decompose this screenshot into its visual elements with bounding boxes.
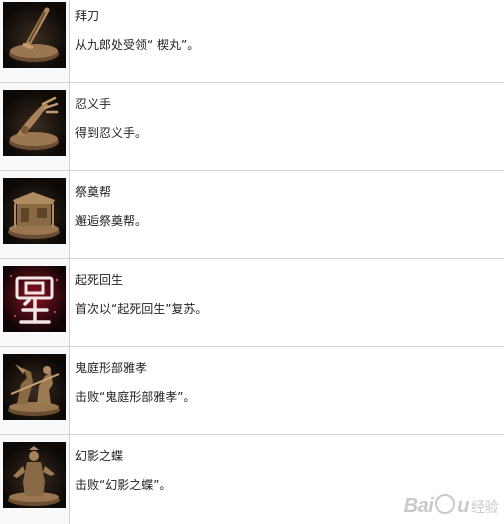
list-item: 拜刀 从九郎处受领“ 楔丸”。 xyxy=(0,0,504,83)
thumbnail-cell xyxy=(0,259,70,346)
shinobi-prosthetic-icon xyxy=(3,90,66,156)
thumbnail-cell xyxy=(0,347,70,434)
memorial-mob-stall-icon xyxy=(3,178,66,244)
achievement-description: 击败“幻影之蝶”。 xyxy=(75,478,172,492)
achievement-title: 起死回生 xyxy=(75,273,124,287)
achievement-description: 首次以“起死回生”复苏。 xyxy=(75,302,208,316)
achievement-title: 鬼庭形部雅孝 xyxy=(75,361,148,375)
list-item: 起死回生 首次以“起死回生”复苏。 xyxy=(0,259,504,347)
achievement-title: 拜刀 xyxy=(75,9,100,23)
achievement-description: 得到忍义手。 xyxy=(75,126,148,140)
achievement-title: 忍义手 xyxy=(75,97,112,111)
achievement-description: 从九郎处受领“ 楔丸”。 xyxy=(75,38,200,52)
gyoubu-oniwa-statue-icon xyxy=(3,354,66,420)
resurrection-kanji-icon xyxy=(3,266,66,332)
thumbnail-cell xyxy=(0,83,70,170)
thumbnail-cell xyxy=(0,0,70,82)
achievement-description: 邂逅祭奠帮。 xyxy=(75,214,148,228)
thumbnail-cell xyxy=(0,171,70,258)
list-item: 祭奠帮 邂逅祭奠帮。 xyxy=(0,171,504,259)
kusabimaru-sword-icon xyxy=(3,2,66,68)
achievement-title: 幻影之蝶 xyxy=(75,449,124,463)
achievement-list: 拜刀 从九郎处受领“ 楔丸”。 忍义手 得到忍义手。 祭奠帮 邂逅祭奠帮。 起死… xyxy=(0,0,504,524)
achievement-title: 祭奠帮 xyxy=(75,185,112,199)
thumbnail-cell xyxy=(0,435,70,524)
achievement-description: 击败“鬼庭形部雅孝”。 xyxy=(75,390,196,404)
list-item: 鬼庭形部雅孝 击败“鬼庭形部雅孝”。 xyxy=(0,347,504,435)
list-item: 忍义手 得到忍义手。 xyxy=(0,83,504,171)
lady-butterfly-statue-icon xyxy=(3,442,66,508)
list-item: 幻影之蝶 击败“幻影之蝶”。 xyxy=(0,435,504,524)
